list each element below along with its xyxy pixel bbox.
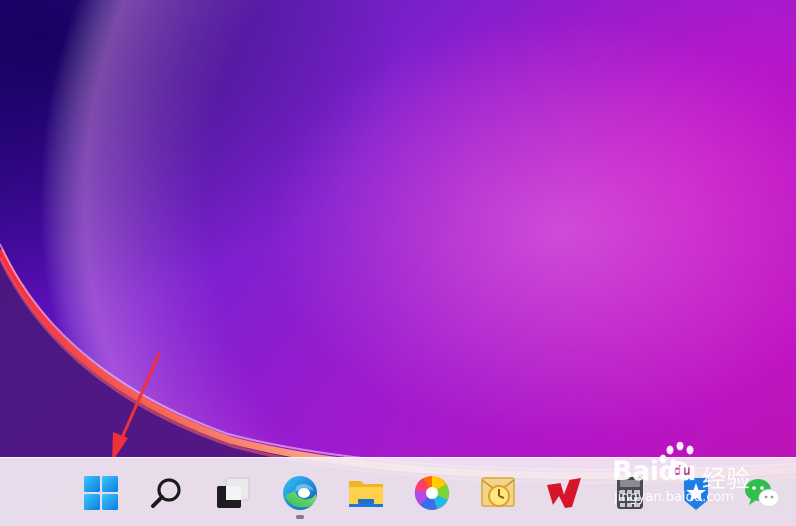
desktop: du Baidu 经验 jingyan.baidu.com bbox=[0, 0, 796, 526]
search-icon bbox=[151, 478, 181, 508]
search-button[interactable] bbox=[147, 473, 187, 513]
task-view-button[interactable] bbox=[213, 473, 253, 513]
task-view-icon bbox=[217, 477, 250, 508]
taskbar bbox=[0, 457, 796, 526]
start-button[interactable] bbox=[81, 473, 121, 513]
file-explorer-button[interactable] bbox=[346, 473, 386, 513]
wechat-icon bbox=[745, 479, 780, 507]
red-app-button[interactable] bbox=[544, 473, 584, 513]
wallpaper bbox=[0, 0, 796, 526]
calculator-button[interactable] bbox=[610, 473, 650, 513]
edge-button[interactable] bbox=[280, 473, 320, 519]
blue-star-icon bbox=[684, 478, 708, 510]
red-wing-icon bbox=[547, 478, 581, 508]
pinwheel-icon bbox=[414, 476, 450, 510]
outlook-clock-icon bbox=[481, 477, 515, 507]
running-indicator bbox=[296, 515, 304, 519]
windows-logo-icon bbox=[84, 476, 118, 510]
photos-app-button[interactable] bbox=[412, 473, 452, 513]
blue-app-button[interactable] bbox=[676, 473, 716, 513]
folder-icon bbox=[349, 481, 383, 507]
edge-icon bbox=[283, 476, 317, 510]
outlook-button[interactable] bbox=[478, 473, 518, 513]
wechat-button[interactable] bbox=[742, 473, 782, 513]
calculator-icon bbox=[617, 477, 643, 509]
